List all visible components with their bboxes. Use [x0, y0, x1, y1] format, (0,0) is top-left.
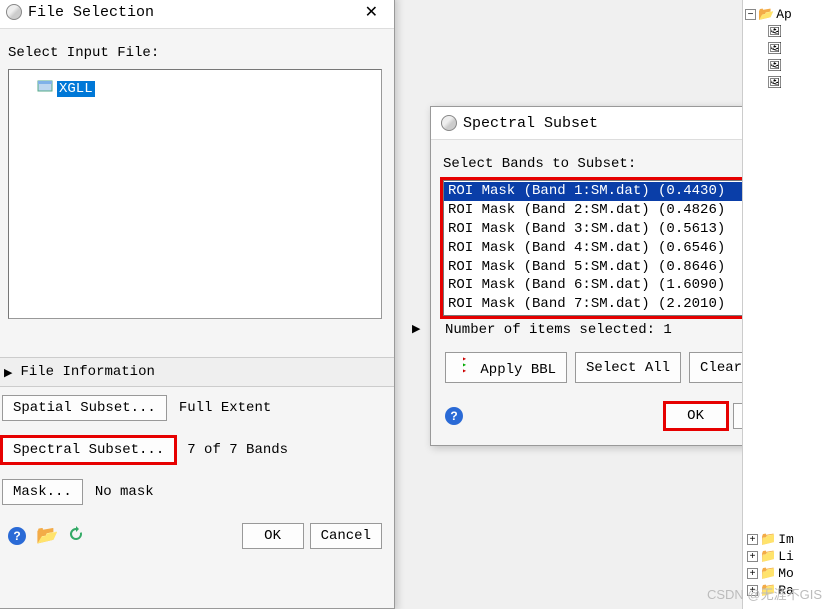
spectral-subset-value: 7 of 7 Bands — [185, 438, 290, 462]
ok-button[interactable]: OK — [665, 403, 727, 429]
expand-icon[interactable]: + — [747, 585, 758, 596]
tree-root[interactable]: − 📂 Ap — [745, 6, 828, 23]
mask-button[interactable]: Mask... — [2, 479, 83, 505]
tree-item[interactable]: + 📁 Ra — [747, 582, 794, 599]
help-icon[interactable]: ? — [8, 527, 26, 545]
open-folder-icon[interactable]: 📂 — [36, 525, 58, 547]
input-file-label: Select Input File: — [8, 45, 382, 61]
tree-child[interactable]: 🖼 — [767, 74, 828, 91]
expand-icon[interactable]: + — [747, 551, 758, 562]
folder-icon: 📁 — [760, 566, 776, 581]
layer-icon: 🖼 — [767, 58, 782, 73]
envi-icon — [6, 4, 22, 20]
layer-icon: 🖼 — [767, 75, 782, 90]
file-information-label: File Information — [20, 364, 154, 380]
tree-item[interactable]: + 📁 Li — [747, 548, 794, 565]
folder-icon: 📁 — [760, 532, 776, 547]
tree-root-label: Ap — [776, 7, 792, 22]
collapse-icon[interactable]: − — [745, 9, 756, 20]
tree-item[interactable]: + 📁 Im — [747, 531, 794, 548]
tree-item-label: Li — [778, 549, 794, 564]
file-information-header[interactable]: ▶ File Information — [0, 357, 394, 387]
tree-panel: − 📂 Ap 🖼 🖼 🖼 🖼 + 📁 Im + 📁 Li + 📁 Mo + 📁 … — [742, 0, 830, 609]
file-list[interactable]: XGLL — [8, 69, 382, 319]
layer-icon: 🖼 — [767, 24, 782, 39]
apply-bbl-button[interactable]: ▸▸▸ Apply BBL — [445, 352, 567, 383]
spatial-subset-value: Full Extent — [177, 396, 273, 420]
spectral-subset-title: Spectral Subset — [463, 115, 598, 132]
spectral-subset-button[interactable]: Spectral Subset... — [2, 437, 175, 463]
file-selection-title: File Selection — [28, 4, 154, 21]
bbl-icon: ▸▸▸ — [456, 357, 472, 375]
mask-value: No mask — [93, 480, 156, 504]
tree-item-label: Ra — [778, 583, 794, 598]
expand-arrow-icon[interactable]: ▶ — [412, 322, 420, 335]
folder-icon: 📂 — [758, 7, 774, 22]
file-item[interactable]: XGLL — [37, 78, 95, 99]
file-icon — [37, 78, 53, 99]
expand-icon[interactable]: + — [747, 568, 758, 579]
apply-bbl-label: Apply BBL — [480, 362, 556, 378]
cancel-button[interactable]: Cancel — [310, 523, 382, 549]
tree-item-label: Mo — [778, 566, 794, 581]
refresh-icon[interactable] — [68, 526, 84, 547]
tree-item[interactable]: + 📁 Mo — [747, 565, 794, 582]
close-icon[interactable]: ✕ — [359, 2, 384, 22]
file-name: XGLL — [57, 81, 95, 97]
folder-icon: 📁 — [760, 583, 776, 598]
chevron-right-icon: ▶ — [4, 366, 12, 379]
folder-icon: 📁 — [760, 549, 776, 564]
expand-icon[interactable]: + — [747, 534, 758, 545]
file-selection-titlebar: File Selection ✕ — [0, 0, 394, 29]
envi-icon — [441, 115, 457, 131]
select-all-button[interactable]: Select All — [575, 352, 681, 383]
help-icon[interactable]: ? — [445, 407, 463, 425]
spatial-subset-button[interactable]: Spatial Subset... — [2, 395, 167, 421]
tree-child[interactable]: 🖼 — [767, 23, 828, 40]
ok-button[interactable]: OK — [242, 523, 304, 549]
tree-child[interactable]: 🖼 — [767, 57, 828, 74]
tree-child[interactable]: 🖼 — [767, 40, 828, 57]
file-selection-window: File Selection ✕ Select Input File: XGLL… — [0, 0, 395, 609]
tree-item-label: Im — [778, 532, 794, 547]
layer-icon: 🖼 — [767, 41, 782, 56]
